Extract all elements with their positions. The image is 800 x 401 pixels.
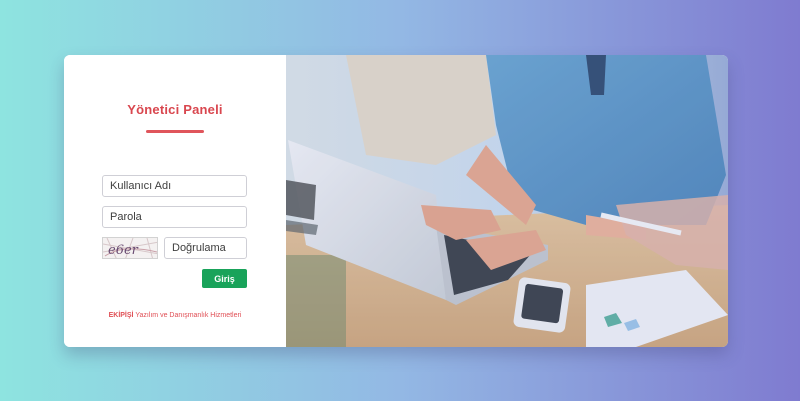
login-button[interactable]: Giriş	[202, 269, 247, 288]
username-input[interactable]	[102, 175, 247, 197]
password-input[interactable]	[102, 206, 247, 228]
footer-credit: EKİPİŞİ Yazılım ve Danışmanlık Hizmetler…	[64, 312, 286, 319]
login-panel: Yönetici Paneli e6er Giriş EKİPİŞİ Yazıl…	[64, 55, 286, 347]
footer-brand: EKİPİŞİ	[108, 312, 134, 319]
hero-photo	[286, 55, 728, 347]
page-title: Yönetici Paneli	[127, 102, 223, 117]
login-card: Yönetici Paneli e6er Giriş EKİPİŞİ Yazıl…	[64, 55, 728, 347]
captcha-text: e6er	[108, 243, 139, 258]
captcha-image: e6er	[102, 237, 158, 259]
footer-text: Yazılım ve Danışmanlık Hizmetleri	[133, 312, 242, 319]
verification-input[interactable]	[164, 237, 247, 259]
captcha-graphic: e6er	[103, 238, 157, 258]
title-underline	[146, 130, 204, 133]
office-laptop-photo	[286, 55, 728, 347]
